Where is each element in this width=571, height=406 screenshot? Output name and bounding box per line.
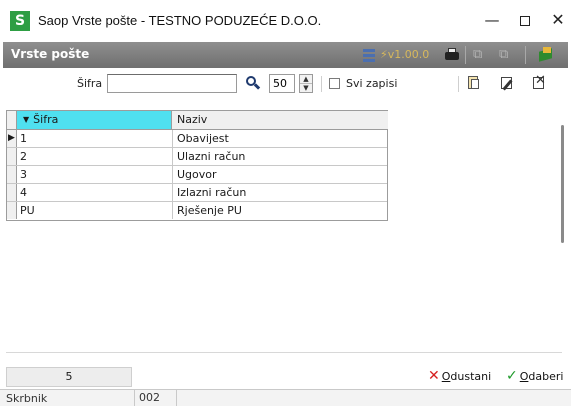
table-row[interactable]: ▶ 1 Obavijest: [7, 130, 387, 148]
stepper-up-icon[interactable]: ▲: [300, 75, 312, 84]
status-user: Skrbnik: [6, 392, 48, 405]
svi-zapisi-label[interactable]: Svi zapisi: [346, 77, 397, 90]
cell-naziv[interactable]: Ugovor: [173, 166, 388, 183]
record-limit-stepper[interactable]: ▲ ▼: [299, 74, 313, 93]
app-logo: S: [10, 11, 30, 31]
paste-icon[interactable]: ⧉: [499, 46, 515, 64]
printer-icon[interactable]: [444, 46, 460, 64]
cell-naziv[interactable]: Ulazni račun: [173, 148, 388, 165]
sifra-label: Šifra: [77, 77, 103, 90]
svi-zapisi-checkbox[interactable]: [329, 78, 340, 89]
current-row-icon: ▶: [7, 130, 17, 147]
column-header-sifra[interactable]: ▼ Šifra: [17, 111, 172, 129]
cell-sifra[interactable]: 1: [17, 130, 173, 147]
layers-icon[interactable]: [361, 46, 377, 64]
checkmark-icon: ✓: [506, 368, 518, 384]
edit-record-icon[interactable]: [499, 75, 515, 91]
table-row[interactable]: PU Rješenje PU: [7, 202, 387, 220]
minimize-button[interactable]: —: [480, 10, 504, 32]
separator: [458, 76, 459, 92]
cancel-x-icon: ✕: [428, 368, 440, 384]
separator: [321, 76, 322, 92]
cancel-button[interactable]: ✕ Odustani: [428, 366, 491, 386]
row-indicator-header: [7, 111, 17, 129]
delete-record-icon[interactable]: ✕: [531, 73, 547, 91]
row-indicator: [7, 148, 17, 165]
cell-naziv[interactable]: Rješenje PU: [173, 202, 388, 219]
column-header-label: Šifra: [33, 113, 59, 126]
help-book-icon[interactable]: [537, 46, 555, 64]
select-button[interactable]: ✓ Odaberi: [506, 366, 563, 386]
column-header-naziv[interactable]: Naziv: [173, 111, 388, 129]
sifra-search-input[interactable]: [107, 74, 237, 93]
maximize-button[interactable]: [513, 10, 537, 32]
version-icon: ⚡: [380, 48, 388, 61]
footer-divider: [6, 352, 562, 353]
stepper-down-icon[interactable]: ▼: [300, 84, 312, 93]
record-count: 5: [6, 367, 132, 387]
form-header: Vrste pošte ⚡v1.00.0 ⧉ ⧉: [3, 42, 568, 68]
row-indicator: [7, 166, 17, 183]
table-row[interactable]: 2 Ulazni račun: [7, 148, 387, 166]
cell-sifra[interactable]: 4: [17, 184, 173, 201]
record-limit-input[interactable]: [269, 74, 295, 93]
maximize-icon: [520, 16, 530, 26]
form-title: Vrste pošte: [11, 47, 90, 61]
search-row: Šifra ▲ ▼ Svi zapisi ✕: [3, 68, 568, 98]
vertical-scrollbar[interactable]: [561, 125, 564, 243]
toolbar-separator: [465, 46, 466, 64]
row-indicator: [7, 184, 17, 201]
cell-sifra[interactable]: 3: [17, 166, 173, 183]
cancel-label: dustani: [450, 370, 492, 383]
window-title: Saop Vrste pošte - TESTNO PODUZEĆE D.O.O…: [38, 13, 322, 28]
table-row[interactable]: 3 Ugovor: [7, 166, 387, 184]
select-label: daberi: [528, 370, 564, 383]
cell-sifra[interactable]: PU: [17, 202, 173, 219]
cell-sifra[interactable]: 2: [17, 148, 173, 165]
version-badge[interactable]: ⚡v1.00.0: [380, 46, 436, 64]
cell-naziv[interactable]: Izlazni račun: [173, 184, 388, 201]
status-code: 002: [134, 390, 174, 406]
sort-desc-icon: ▼: [23, 115, 30, 124]
copy-icon[interactable]: ⧉: [473, 46, 489, 64]
status-panel: [176, 390, 571, 406]
table-row[interactable]: 4 Izlazni račun: [7, 184, 387, 202]
close-button[interactable]: ✕: [546, 10, 570, 32]
search-icon[interactable]: [245, 75, 261, 91]
status-bar: Skrbnik 002: [0, 389, 571, 406]
cell-naziv[interactable]: Obavijest: [173, 130, 388, 147]
title-bar: S Saop Vrste pošte - TESTNO PODUZEĆE D.O…: [0, 0, 571, 42]
grid-header: ▼ Šifra Naziv: [7, 111, 388, 130]
toolbar-separator: [525, 46, 526, 64]
records-grid[interactable]: ▼ Šifra Naziv ▶ 1 Obavijest 2 Ulazni raču…: [6, 110, 388, 221]
version-text: v1.00.0: [387, 48, 430, 61]
new-record-icon[interactable]: [465, 75, 481, 91]
row-indicator: [7, 202, 17, 219]
